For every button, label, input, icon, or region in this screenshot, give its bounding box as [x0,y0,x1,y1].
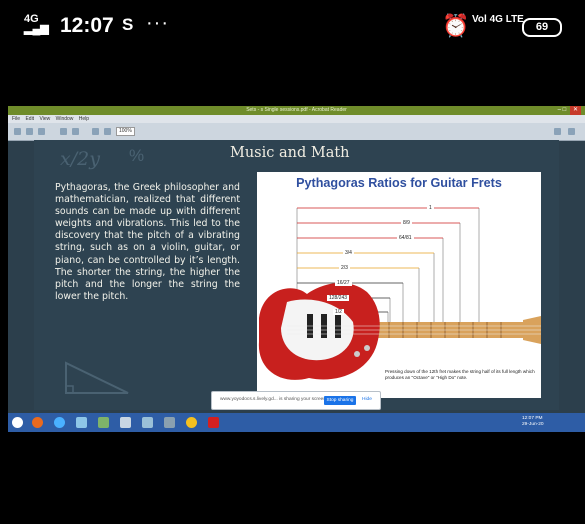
menu-window[interactable]: Window [56,116,74,122]
zoom-in-icon[interactable] [104,128,111,135]
clock: 12:07 [60,14,114,37]
hide-button[interactable]: Hide [362,397,372,402]
share-icon[interactable] [568,128,575,135]
chrome-icon[interactable] [186,417,197,428]
share-status-text: www.yoyodocs.s.lively.gd... is sharing y… [220,397,328,402]
more-notifications-icon: ··· [146,12,169,34]
explorer-icon[interactable] [76,417,87,428]
back-icon[interactable] [14,128,21,135]
guitar-image-caption: Pressing down of the 12th fret makes the… [385,369,535,380]
guitar-frets-image: Pythagoras Ratios for Guitar Frets 1 8/9… [257,172,541,398]
vlc-icon[interactable] [164,417,175,428]
select-tool-icon[interactable] [60,128,67,135]
zoom-out-icon[interactable] [92,128,99,135]
network-indicator: Vol 4G LTE [472,14,524,25]
maximize-icon[interactable]: □ [563,107,567,113]
windows-taskbar: 12:07 PM 29-Jun-20 [8,413,585,432]
slide-body-text: Pythagoras, the Greek philosopher and ma… [55,182,240,302]
internet-explorer-icon[interactable] [54,417,65,428]
phone-status-bar: 4G ▂▄▆ 12:07 S ··· ⏰ Vol 4G LTE 69 [0,0,585,56]
screen-share-bar: www.yoyodocs.s.lively.gd... is sharing y… [211,391,381,410]
firefox-icon[interactable] [32,417,43,428]
menu-help[interactable]: Help [79,116,89,122]
mail-icon[interactable] [120,417,131,428]
ratio-label: 1/2 [333,309,344,315]
menu-view[interactable]: View [39,116,50,122]
acrobat-icon[interactable] [208,417,219,428]
window-title: Sets - s Single sessions.pdf - Acrobat R… [246,107,347,113]
page-down-icon[interactable] [38,128,45,135]
signal-icon: 4G ▂▄▆ [24,13,49,35]
alarm-clock-icon: ⏰ [442,13,470,38]
guitar-diagram [258,207,541,380]
slide-formula-watermark: x/2y [60,148,100,170]
minimize-icon[interactable]: – [558,107,561,113]
stop-sharing-button[interactable]: Stop sharing [324,396,356,405]
ratio-label: 8/9 [401,220,412,226]
start-icon[interactable] [12,417,23,428]
menu-bar: File Edit View Window Help [8,115,585,123]
ratio-label: 3/4 [343,250,354,256]
presentation-slide: x/2y % Music and Math Pythagoras, the Gr… [34,140,559,410]
zoom-level-field[interactable]: 100% [116,127,135,136]
games-icon[interactable] [142,417,153,428]
triangle-diagram [65,361,129,394]
ratio-label: 64/81 [397,235,414,241]
toolbar: 100% [8,123,585,141]
close-icon[interactable]: ✕ [569,106,581,115]
ratio-label: 16/27 [335,280,352,286]
page-up-icon[interactable] [26,128,33,135]
hand-tool-icon[interactable] [72,128,79,135]
battery-indicator: 69 [522,18,562,37]
ratio-label: 128/243 [327,295,350,301]
desktop-screen-share: Sets - s Single sessions.pdf - Acrobat R… [8,106,585,432]
print-icon[interactable] [554,128,561,135]
sim-notification-icon: S [122,15,134,34]
slide-percent-watermark: % [129,146,145,165]
system-clock: 12:07 PM 29-Jun-20 [522,416,544,427]
files-icon[interactable] [98,417,109,428]
ratio-label: 1 [427,205,434,211]
ratio-label: 2/3 [339,265,350,271]
menu-edit[interactable]: Edit [25,116,34,122]
window-title-bar[interactable]: Sets - s Single sessions.pdf - Acrobat R… [8,106,585,115]
slide-title: Music and Math [230,145,350,161]
window-controls[interactable]: – □ ✕ [558,106,581,115]
menu-file[interactable]: File [12,116,20,122]
